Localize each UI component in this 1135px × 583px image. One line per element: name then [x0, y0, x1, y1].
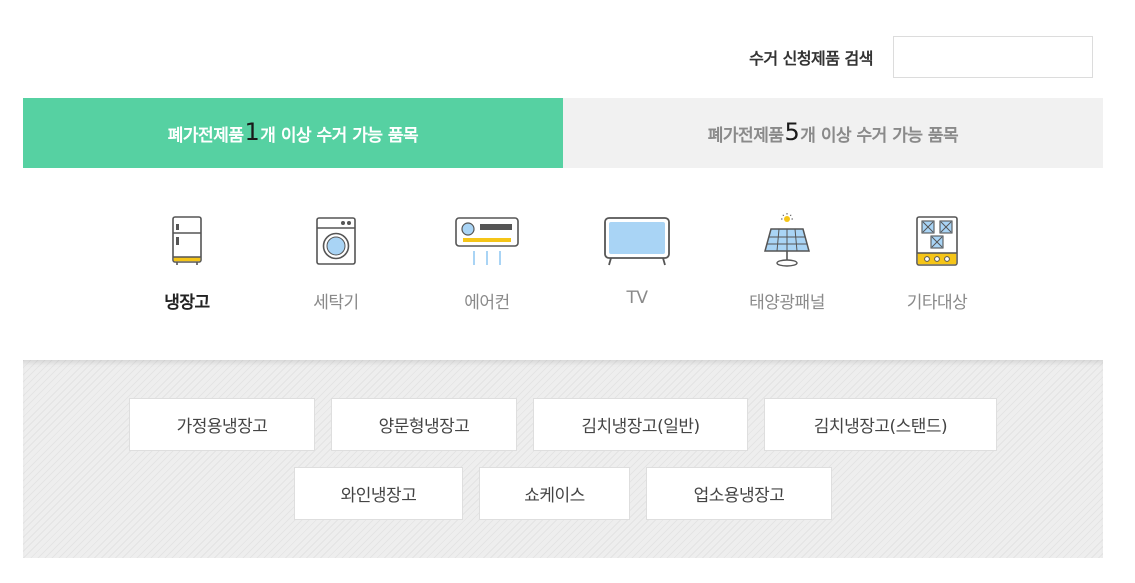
tab-prefix: 폐가전제품: [707, 125, 784, 146]
air-conditioner-icon: [452, 210, 522, 272]
category-label: 에어컨: [464, 293, 510, 313]
category-list: 냉장고 세탁기 에어컨 TV 태양광패널 기타대상: [0, 210, 1135, 320]
category-solar-panel[interactable]: 태양광패널: [732, 210, 842, 313]
tab-number: 1: [244, 118, 260, 146]
tab-prefix: 폐가전제품: [167, 125, 244, 146]
refrigerator-icon: [152, 210, 222, 272]
category-tv[interactable]: TV: [582, 210, 692, 308]
subcategory-kimchi-refrigerator-stand[interactable]: 김치냉장고(스탠드): [764, 398, 997, 451]
subcategory-panel: 가정용냉장고 양문형냉장고 김치냉장고(일반) 김치냉장고(스탠드) 와인냉장고…: [23, 360, 1103, 558]
category-label: TV: [626, 288, 648, 308]
category-label: 기타대상: [906, 293, 968, 313]
tab-one-or-more[interactable]: 폐가전제품 1 개 이상 수거 가능 품목: [23, 98, 563, 168]
category-washing-machine[interactable]: 세탁기: [281, 210, 391, 313]
category-air-conditioner[interactable]: 에어컨: [432, 210, 542, 313]
tab-suffix: 개 이상 수거 가능 품목: [800, 125, 959, 146]
subcategory-side-by-side-refrigerator[interactable]: 양문형냉장고: [331, 398, 517, 451]
category-refrigerator[interactable]: 냉장고: [132, 210, 242, 315]
tab-bar: 폐가전제품 1 개 이상 수거 가능 품목 폐가전제품 5 개 이상 수거 가능…: [23, 98, 1103, 168]
tv-icon: [602, 210, 672, 272]
search-label: 수거 신청제품 검색: [749, 49, 873, 68]
category-label: 태양광패널: [749, 293, 825, 313]
washing-machine-icon: [301, 210, 371, 272]
search-row: 수거 신청제품 검색: [749, 36, 1093, 78]
solar-panel-icon: [752, 210, 822, 272]
category-label: 세탁기: [313, 293, 359, 313]
search-input[interactable]: [893, 36, 1093, 78]
category-etc[interactable]: 기타대상: [882, 210, 992, 313]
tab-number: 5: [784, 118, 800, 146]
tab-five-or-more[interactable]: 폐가전제품 5 개 이상 수거 가능 품목: [563, 98, 1103, 168]
subcategory-commercial-refrigerator[interactable]: 업소용냉장고: [646, 467, 832, 520]
category-label: 냉장고: [157, 288, 218, 315]
tab-suffix: 개 이상 수거 가능 품목: [260, 125, 419, 146]
subcategory-home-refrigerator[interactable]: 가정용냉장고: [129, 398, 315, 451]
subcategory-kimchi-refrigerator-general[interactable]: 김치냉장고(일반): [533, 398, 748, 451]
stove-icon: [902, 210, 972, 272]
subcategory-showcase[interactable]: 쇼케이스: [479, 467, 630, 520]
subcategory-wine-refrigerator[interactable]: 와인냉장고: [294, 467, 463, 520]
